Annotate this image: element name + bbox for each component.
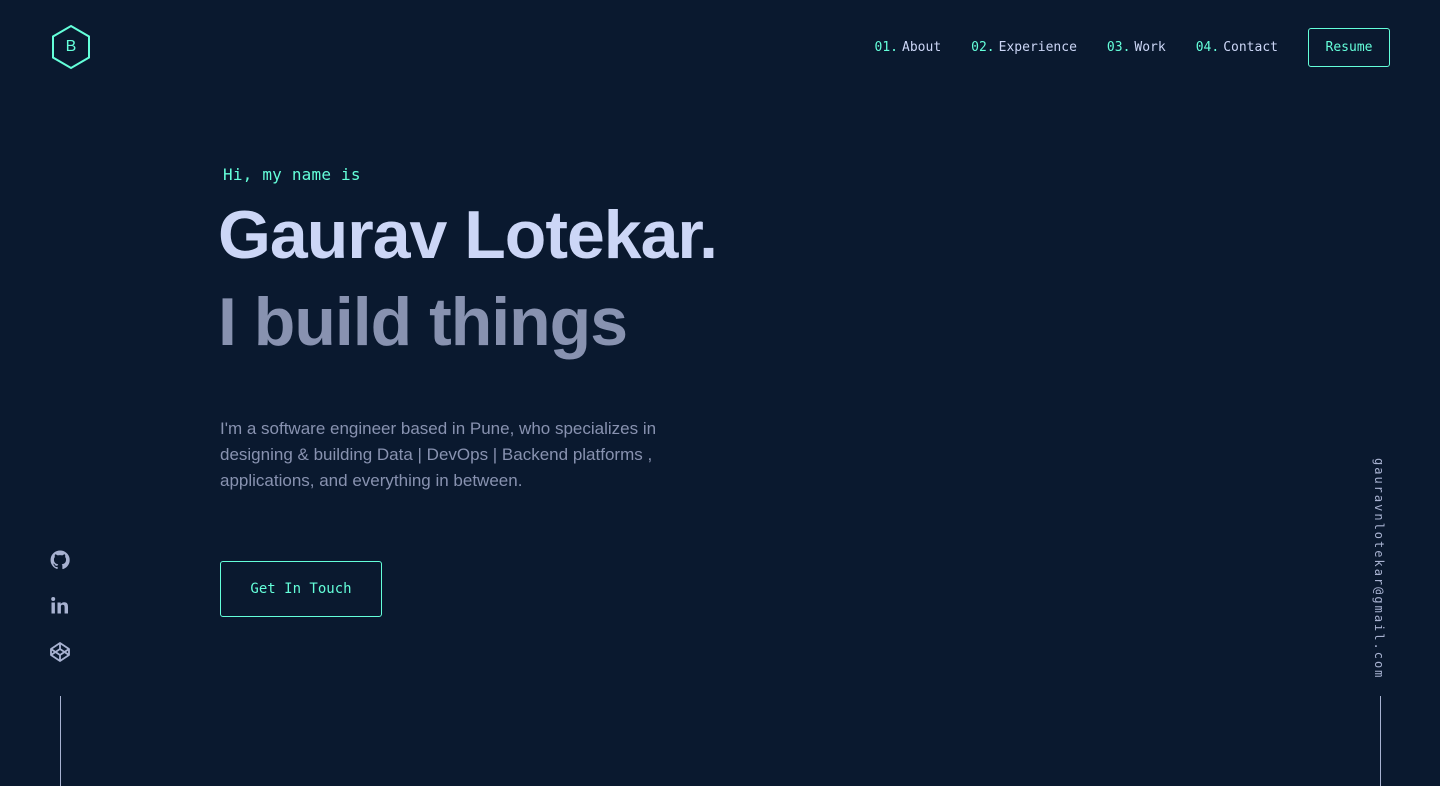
nav-item-contact[interactable]: 04. Contact <box>1196 40 1278 55</box>
nav-item-experience[interactable]: 02. Experience <box>971 40 1077 55</box>
nav-number: 01. <box>874 40 899 55</box>
hero-greeting: Hi, my name is <box>223 165 361 184</box>
logo-letter: B <box>65 38 77 55</box>
github-icon[interactable] <box>48 548 72 572</box>
nav-number: 02. <box>971 40 995 55</box>
hero-name: Gaurav Lotekar. <box>218 197 718 273</box>
right-rail-line <box>1380 696 1381 786</box>
nav-item-about[interactable]: 01. About <box>875 40 942 55</box>
nav-number: 04. <box>1195 40 1220 55</box>
codepen-icon[interactable] <box>48 640 72 664</box>
nav-label: Contact <box>1223 40 1278 55</box>
nav-label: Work <box>1134 40 1166 55</box>
left-rail-line <box>60 696 61 786</box>
linkedin-icon[interactable] <box>48 594 72 618</box>
nav-label: Experience <box>998 40 1077 55</box>
logo[interactable]: B <box>50 24 92 70</box>
main-nav: 01. About 02. Experience 03. Work 04. Contac… <box>875 28 1390 67</box>
get-in-touch-button[interactable]: Get In Touch <box>220 561 382 617</box>
social-links <box>48 548 72 686</box>
hero-tagline: I build things <box>218 284 628 360</box>
nav-label: About <box>902 40 942 55</box>
resume-button[interactable]: Resume <box>1308 28 1390 67</box>
nav-item-work[interactable]: 03. Work <box>1107 40 1166 55</box>
hero-bio: I'm a software engineer based in Pune, w… <box>220 419 657 490</box>
nav-number: 03. <box>1106 40 1131 55</box>
email-link[interactable]: gauravnlotekar@gmail.com <box>1372 458 1386 679</box>
